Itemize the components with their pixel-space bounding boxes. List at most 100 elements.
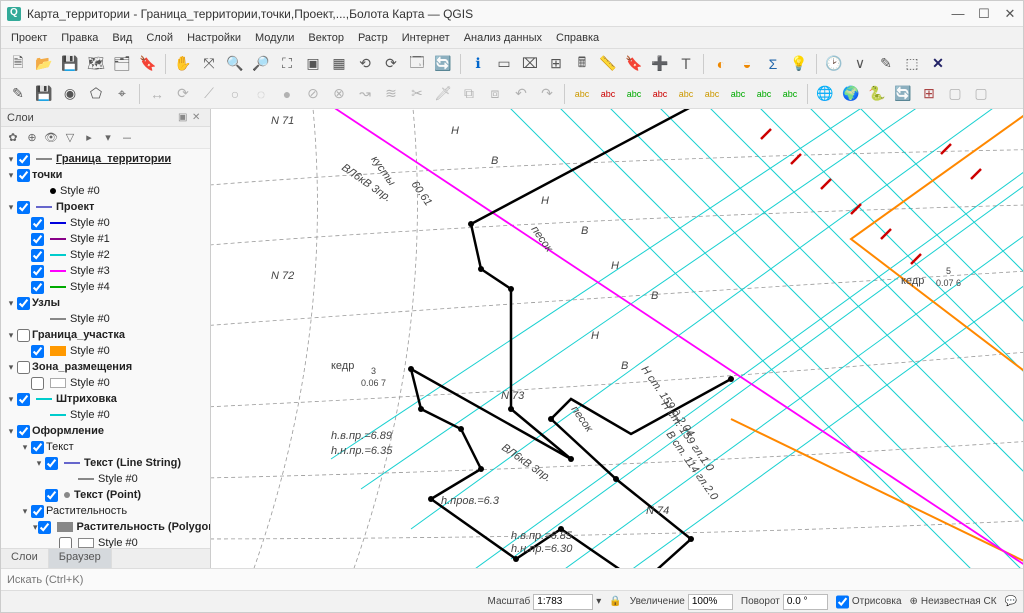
layer-row[interactable]: ▾Граница_участка: [1, 327, 210, 343]
reload-plugin-icon[interactable]: 🔄: [892, 83, 914, 105]
layer-checkbox[interactable]: [17, 153, 30, 166]
layer-checkbox[interactable]: [17, 201, 30, 214]
layer-row[interactable]: Style #1: [1, 231, 210, 247]
layer-checkbox[interactable]: [31, 345, 44, 358]
select-icon[interactable]: ▭: [493, 53, 515, 75]
menu-проект[interactable]: Проект: [5, 30, 53, 46]
text-annot-icon[interactable]: Ｔ: [675, 53, 697, 75]
layer-row[interactable]: Style #2: [1, 247, 210, 263]
reshape-icon[interactable]: ↝: [354, 83, 376, 105]
layer-row[interactable]: ▾Зона_размещения: [1, 359, 210, 375]
expander-icon[interactable]: ▾: [5, 202, 17, 213]
label-move-icon[interactable]: ◒: [736, 53, 758, 75]
tab-browser[interactable]: Браузер: [49, 549, 112, 568]
layer-checkbox[interactable]: [17, 297, 30, 310]
label-abc7-icon[interactable]: abc: [727, 83, 749, 105]
layer-row[interactable]: Style #0: [1, 375, 210, 391]
merge-icon[interactable]: ⧉: [458, 83, 480, 105]
label-abc4-icon[interactable]: abc: [649, 83, 671, 105]
identify-icon[interactable]: ℹ: [467, 53, 489, 75]
layer-tree[interactable]: ▾Граница_территории▾точкиStyle #0▾Проект…: [1, 149, 210, 548]
lock-icon[interactable]: 🔒: [609, 596, 621, 607]
layer-row[interactable]: ▾Проект: [1, 199, 210, 215]
osm2-icon[interactable]: 🌍: [840, 83, 862, 105]
minimize-button[interactable]: —: [951, 7, 965, 21]
stats-icon[interactable]: Σ: [762, 53, 784, 75]
layer-checkbox[interactable]: [31, 233, 44, 246]
open-icon[interactable]: 📂: [33, 53, 55, 75]
delete-ring-icon[interactable]: ⊘: [302, 83, 324, 105]
layer-checkbox[interactable]: [17, 329, 30, 342]
label-abc6-icon[interactable]: abc: [701, 83, 723, 105]
zoom-selection-icon[interactable]: ▣: [302, 53, 324, 75]
crs-icon[interactable]: ⊕: [910, 596, 918, 607]
layer-row[interactable]: ▾Граница_территории: [1, 151, 210, 167]
edit-pencil-icon[interactable]: ✎: [7, 83, 29, 105]
new-map-view-icon[interactable]: 🗔: [406, 53, 428, 75]
merge-attr-icon[interactable]: ⧈: [484, 83, 506, 105]
zoom-layer-icon[interactable]: ▦: [328, 53, 350, 75]
virtual-layer-icon[interactable]: ⬚: [901, 53, 923, 75]
expand-all-icon[interactable]: ▸: [81, 130, 97, 146]
add-feature-icon[interactable]: ◉: [59, 83, 81, 105]
vertex-tool-icon[interactable]: ⌖: [111, 83, 133, 105]
messages-icon[interactable]: 💬: [1005, 596, 1017, 607]
pan-selection-icon[interactable]: ⤧: [198, 53, 220, 75]
bookmark-icon[interactable]: 🔖: [623, 53, 645, 75]
layer-row[interactable]: Style #0: [1, 407, 210, 423]
layer-row[interactable]: ▾Оформление: [1, 423, 210, 439]
tab-layers[interactable]: Слои: [1, 549, 49, 568]
menu-вид[interactable]: Вид: [106, 30, 138, 46]
expander-icon[interactable]: ▾: [5, 154, 17, 165]
add-part-icon[interactable]: ◌: [250, 83, 272, 105]
rotate-input[interactable]: [783, 594, 828, 610]
layer-checkbox[interactable]: [45, 457, 58, 470]
plugin-grid-icon[interactable]: ⊞: [918, 83, 940, 105]
layer-checkbox[interactable]: [45, 489, 58, 502]
redo-icon[interactable]: ↷: [536, 83, 558, 105]
menu-вектор[interactable]: Вектор: [302, 30, 350, 46]
refresh-icon[interactable]: 🔄: [432, 53, 454, 75]
layer-checkbox[interactable]: [31, 265, 44, 278]
layer-row[interactable]: Style #0: [1, 343, 210, 359]
plugin-more2-icon[interactable]: ▢: [970, 83, 992, 105]
maximize-button[interactable]: ☐: [977, 7, 991, 21]
layer-checkbox[interactable]: [31, 281, 44, 294]
layer-row[interactable]: Style #3: [1, 263, 210, 279]
expander-icon[interactable]: ▾: [19, 506, 31, 517]
new-layout-icon[interactable]: 🗺: [85, 53, 107, 75]
rotate-feature-icon[interactable]: ⟳: [172, 83, 194, 105]
label-abc2-icon[interactable]: abc: [597, 83, 619, 105]
layer-checkbox[interactable]: [31, 249, 44, 262]
layer-checkbox[interactable]: [17, 361, 30, 374]
split-parts-icon[interactable]: 🗡: [432, 83, 454, 105]
edit-toggle-icon[interactable]: ✎: [875, 53, 897, 75]
undo-icon[interactable]: ↶: [510, 83, 532, 105]
expander-icon[interactable]: ▾: [5, 330, 17, 341]
label-show-icon[interactable]: ◐: [710, 53, 732, 75]
close-button[interactable]: ✕: [1003, 7, 1017, 21]
menu-интернет[interactable]: Интернет: [396, 30, 456, 46]
layer-row[interactable]: Style #0: [1, 311, 210, 327]
menu-справка[interactable]: Справка: [550, 30, 605, 46]
delete-part-icon[interactable]: ⊗: [328, 83, 350, 105]
layer-checkbox[interactable]: [31, 505, 44, 518]
style-manager-icon[interactable]: 🔖: [137, 53, 159, 75]
layer-row[interactable]: Style #0: [1, 471, 210, 487]
add-polygon-icon[interactable]: ⬠: [85, 83, 107, 105]
layer-row[interactable]: Текст (Point): [1, 487, 210, 503]
layer-checkbox[interactable]: [17, 425, 30, 438]
osm-icon[interactable]: 🌐: [814, 83, 836, 105]
undock-icon[interactable]: ▣: [178, 112, 190, 124]
zoom-last-icon[interactable]: ⟲: [354, 53, 376, 75]
map-canvas[interactable]: N 71 N 72 N 73 N 74 кедр кедр кедр кусты…: [211, 109, 1023, 568]
label-abc9-icon[interactable]: abc: [779, 83, 801, 105]
menu-правка[interactable]: Правка: [55, 30, 104, 46]
render-checkbox[interactable]: [836, 594, 849, 610]
save-edits-icon[interactable]: 💾: [33, 83, 55, 105]
layer-row[interactable]: Style #0: [1, 215, 210, 231]
menu-модули[interactable]: Модули: [249, 30, 300, 46]
plugin-more-icon[interactable]: ▢: [944, 83, 966, 105]
label-abc8-icon[interactable]: abc: [753, 83, 775, 105]
zoom-in-icon[interactable]: 🔍: [224, 53, 246, 75]
